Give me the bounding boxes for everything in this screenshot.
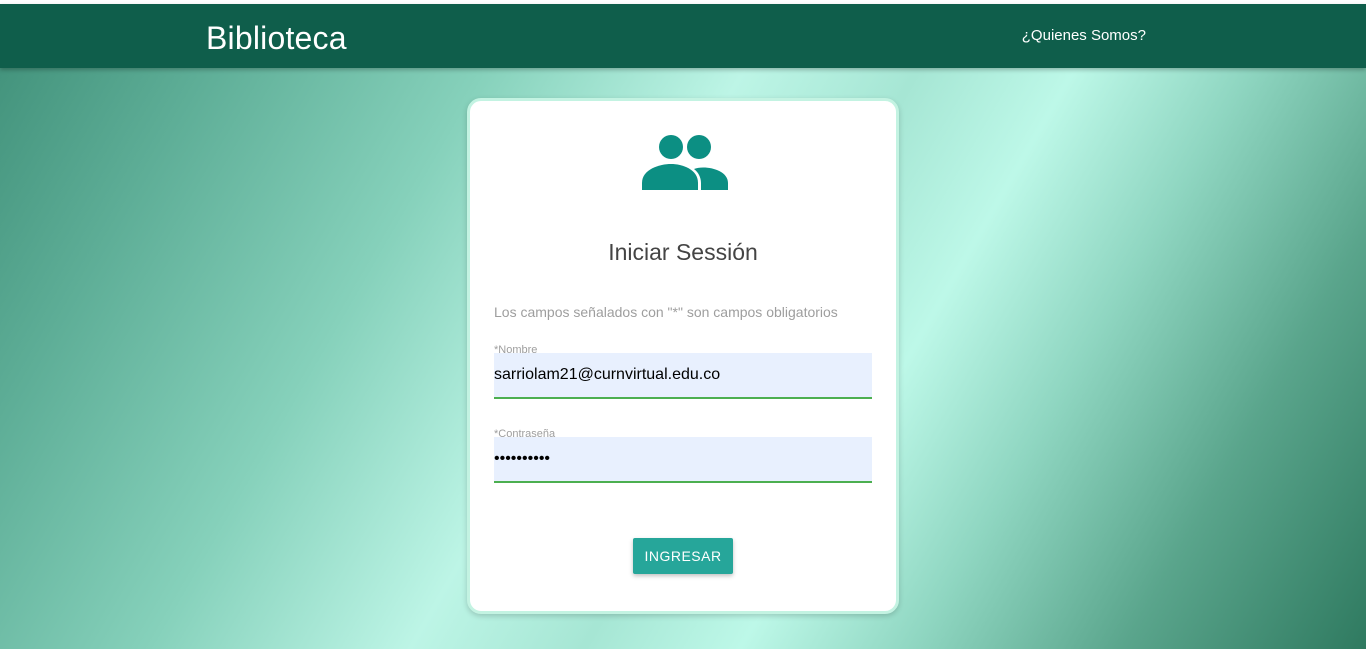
username-field[interactable] <box>494 353 872 399</box>
login-button[interactable]: INGRESAR <box>633 538 733 574</box>
users-icon <box>642 135 728 190</box>
user-head-back <box>687 135 711 159</box>
user-head-front <box>659 135 683 159</box>
brand-logo[interactable]: Biblioteca <box>206 18 347 58</box>
page-background: Biblioteca ¿Quienes Somos? Iniciar Sessi… <box>0 4 1366 649</box>
user-body-back <box>694 167 728 190</box>
user-body-front <box>642 164 698 190</box>
password-field[interactable] <box>494 437 872 483</box>
navbar: Biblioteca ¿Quienes Somos? <box>0 4 1366 68</box>
login-card: Iniciar Sessión Los campos señalados con… <box>467 98 899 614</box>
window-bottom-strip <box>0 649 1366 653</box>
page-title: Iniciar Sessión <box>608 239 758 265</box>
required-fields-hint: Los campos señalados con "*" son campos … <box>494 304 838 320</box>
about-us-link[interactable]: ¿Quienes Somos? <box>1022 26 1146 46</box>
